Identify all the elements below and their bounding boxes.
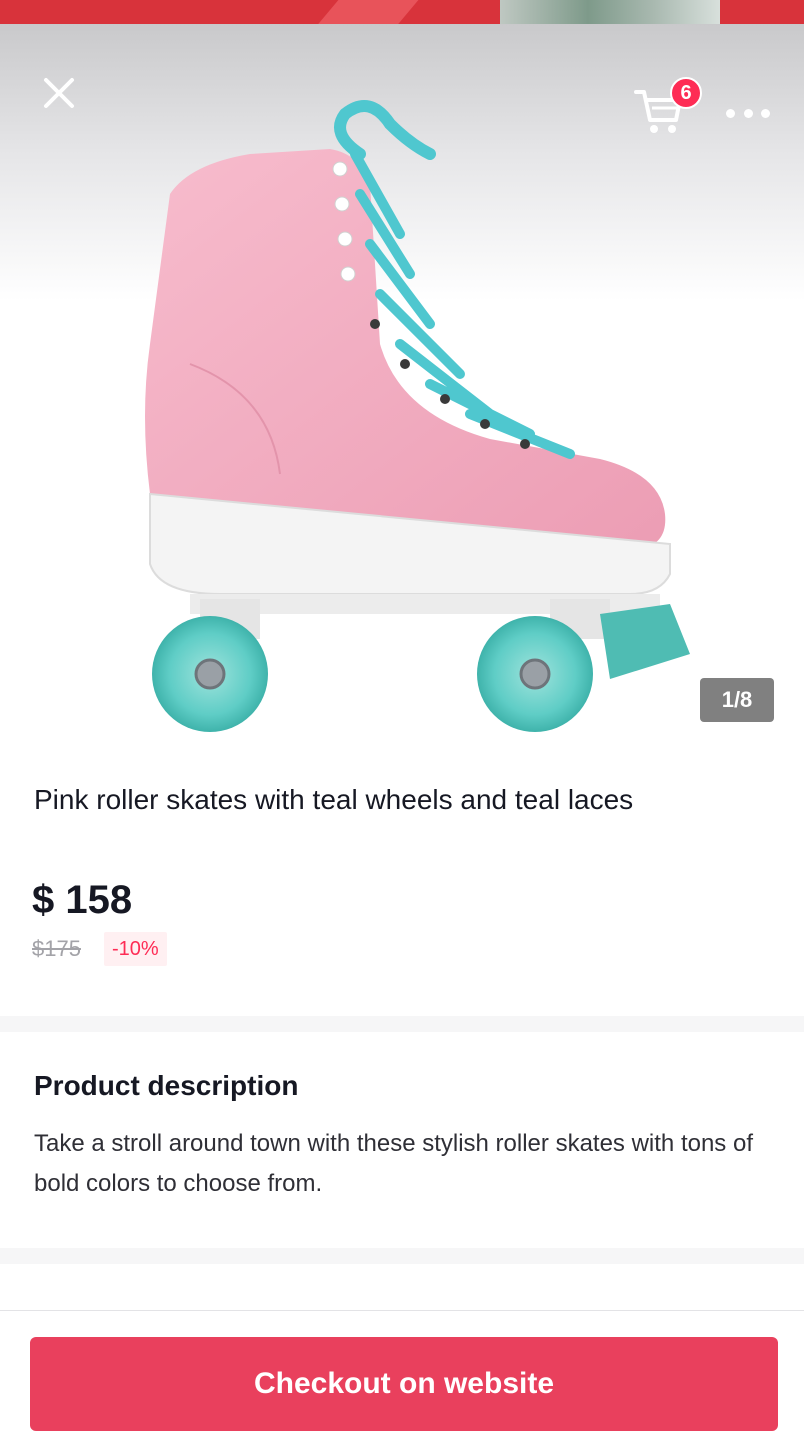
banner-foliage [500,0,720,24]
more-dot-icon [726,108,735,118]
checkout-button[interactable]: Checkout on website [30,1337,778,1431]
description-text: Take a stroll around town with these sty… [34,1130,753,1197]
top-banner-strip [0,0,804,24]
banner-streak [313,0,427,24]
roller-skate-image [145,100,690,732]
more-dot-icon [743,108,753,118]
close-icon [44,78,74,108]
description-heading: Product description [34,1070,299,1101]
original-price: $175 [32,936,81,961]
close-button[interactable] [36,70,82,116]
section-divider [0,1016,804,1032]
image-page-indicator: 1/8 [700,678,774,722]
discount-badge: -10% [104,932,167,966]
product-title: Pink roller skates with teal wheels and … [34,784,634,815]
more-dot-icon [761,108,770,118]
more-options-button[interactable] [722,98,774,128]
section-divider [0,1248,804,1264]
product-price: $ 158 [32,878,133,922]
cart-count-badge: 6 [670,77,702,109]
product-image-gallery[interactable]: 6 1/8 [0,24,804,754]
bottom-action-bar: Checkout on website [0,1310,804,1438]
